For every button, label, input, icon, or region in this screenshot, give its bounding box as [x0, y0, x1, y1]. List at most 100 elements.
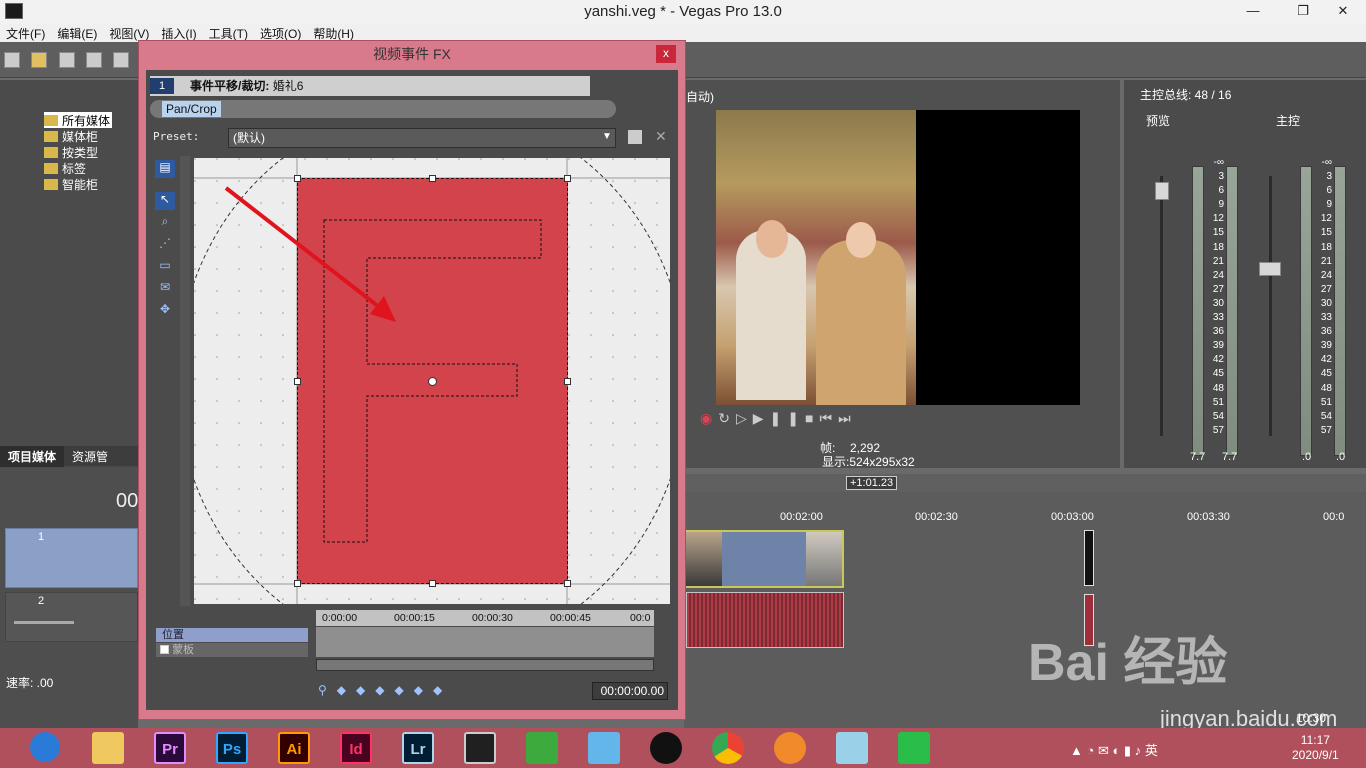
tab-explorer[interactable]: 资源管	[64, 446, 116, 467]
notes-app-icon[interactable]	[836, 732, 868, 764]
browser-app-icon[interactable]	[30, 732, 60, 762]
audio-event-clip[interactable]	[686, 592, 844, 648]
add-keyframe-icon[interactable]: ◆	[414, 683, 433, 697]
qq-icon[interactable]	[650, 732, 682, 764]
preview-quality-dropdown[interactable]: 自动)	[686, 88, 714, 105]
ime-indicator[interactable]: 英	[1145, 743, 1158, 758]
meter-scale-tick: 45	[1320, 368, 1332, 380]
go-to-start-icon[interactable]: ⏮	[819, 410, 838, 426]
timeline-scrubber[interactable]	[684, 474, 1366, 492]
screen-tool-icon[interactable]: ▭	[155, 258, 175, 276]
dialog-close-button[interactable]: x	[656, 45, 676, 63]
camtasia-icon[interactable]	[526, 732, 558, 764]
next-keyframe-icon[interactable]: ◆	[375, 683, 394, 697]
resize-handle[interactable]	[564, 580, 571, 587]
tree-item-by-type[interactable]: 按类型	[44, 144, 98, 160]
tree-item-all-media[interactable]: 所有媒体	[44, 112, 113, 128]
premiere-icon[interactable]: Pr	[154, 732, 186, 764]
pause-icon[interactable]: ❚❚	[770, 410, 805, 426]
keyframe-scrollbar[interactable]	[316, 659, 654, 671]
keyframe-time-field[interactable]: 00:00:00.00	[592, 682, 668, 700]
tray-icons[interactable]: ▲ ◔ ✉ ◐ ▮ ♪	[1070, 743, 1141, 758]
master-fader-knob[interactable]	[1259, 262, 1281, 276]
new-file-icon[interactable]	[4, 52, 20, 68]
meter-scale-tick: 51	[1212, 396, 1224, 408]
keyframe-row-position[interactable]: 位置	[156, 628, 308, 642]
resize-handle[interactable]	[294, 175, 301, 182]
go-to-end-icon[interactable]: ⏭	[838, 410, 857, 426]
pointer-tool-icon[interactable]: ↖	[155, 192, 175, 210]
chain-clip-name: 婚礼6	[272, 79, 304, 93]
center-point-handle[interactable]	[428, 377, 437, 386]
menu-edit[interactable]: 编辑(E)	[51, 24, 103, 43]
envelope-tool-icon[interactable]: ✉	[155, 280, 175, 298]
resize-handle[interactable]	[564, 175, 571, 182]
ruler-tick: 0:00:00	[322, 612, 358, 624]
play-icon[interactable]: ▶	[753, 410, 770, 426]
save-icon[interactable]	[58, 52, 75, 68]
resize-handle[interactable]	[294, 378, 301, 385]
zoom-tool-icon[interactable]: ⌕	[155, 214, 175, 232]
preset-dropdown[interactable]: (默认)	[228, 128, 616, 148]
ruler-tick: 00:00:45	[550, 612, 591, 624]
lightroom-icon[interactable]: Lr	[402, 732, 434, 764]
volume-slider[interactable]	[14, 621, 74, 624]
preset-label: Preset:	[153, 130, 200, 143]
meter-scale-tick: 54	[1320, 410, 1332, 422]
resize-handle[interactable]	[429, 175, 436, 182]
mask-checkbox[interactable]	[160, 645, 169, 654]
folder-icon	[44, 131, 58, 142]
close-window-button[interactable]: ✕	[1320, 0, 1366, 24]
loop-icon[interactable]: ↻	[718, 410, 736, 426]
save-preset-icon[interactable]	[628, 130, 642, 144]
delete-preset-icon[interactable]: ✕	[655, 128, 667, 145]
normal-edit-tool-icon[interactable]: ▤	[155, 160, 175, 178]
vegas-taskbar-icon[interactable]	[464, 732, 496, 764]
preview-meter-right	[1226, 166, 1238, 456]
windows-taskbar	[0, 728, 1366, 768]
editor-app-icon[interactable]	[898, 732, 930, 764]
tree-item-tags[interactable]: 标签	[44, 160, 86, 176]
end-time: 10:30	[1296, 711, 1327, 725]
file-explorer-icon[interactable]	[92, 732, 124, 764]
meter-scale-tick: 15	[1212, 227, 1224, 239]
indesign-icon[interactable]: Id	[340, 732, 372, 764]
dialog-title: 视频事件 FX	[373, 46, 451, 62]
first-keyframe-icon[interactable]: ◆	[337, 683, 356, 697]
timeline-ruler: 00:02:00 00:02:30 00:03:00 00:03:30 00:0	[684, 508, 1350, 528]
video-track-header[interactable]: 1	[5, 528, 138, 588]
save-as-icon[interactable]	[86, 52, 103, 68]
sync-cursor-icon[interactable]: ⚲	[318, 683, 337, 697]
tree-item-smart-bins[interactable]: 智能柜	[44, 176, 98, 192]
prev-keyframe-icon[interactable]: ◆	[356, 683, 375, 697]
chrome-icon[interactable]	[712, 732, 744, 764]
stop-icon[interactable]: ■	[805, 410, 819, 426]
player-app-icon[interactable]	[774, 732, 806, 764]
tree-item-media-bins[interactable]: 媒体柜	[44, 128, 98, 144]
vertical-scrollbar[interactable]	[180, 156, 190, 606]
resize-handle[interactable]	[429, 580, 436, 587]
menu-file[interactable]: 文件(F)	[0, 24, 51, 43]
illustrator-icon[interactable]: Ai	[278, 732, 310, 764]
keyframe-row-mask[interactable]: 蒙板	[156, 643, 308, 657]
keyframe-track[interactable]	[316, 627, 654, 657]
system-clock[interactable]: 11:17 2020/9/1	[1292, 733, 1339, 763]
audio-track-header[interactable]: 2	[5, 592, 138, 642]
preview-fader-knob[interactable]	[1155, 182, 1169, 200]
resize-handle[interactable]	[294, 580, 301, 587]
tab-project-media[interactable]: 项目媒体	[0, 446, 65, 467]
video-event-clip-small[interactable]	[1084, 530, 1094, 586]
resize-handle[interactable]	[564, 378, 571, 385]
play-from-start-icon[interactable]: ▷	[736, 410, 753, 426]
record-icon[interactable]: ◉	[700, 410, 718, 426]
last-keyframe-icon[interactable]: ◆	[395, 683, 414, 697]
pan-crop-tab[interactable]: Pan/Crop	[162, 101, 221, 117]
photoshop-icon[interactable]: Ps	[216, 732, 248, 764]
magic-tool-icon[interactable]: ⋰	[155, 236, 175, 254]
chat-app-icon[interactable]	[588, 732, 620, 764]
properties-icon[interactable]	[113, 52, 130, 68]
minimize-button[interactable]: —	[1230, 0, 1276, 24]
open-folder-icon[interactable]	[31, 52, 48, 68]
delete-keyframe-icon[interactable]: ◆	[433, 683, 452, 697]
move-tool-icon[interactable]: ✥	[155, 302, 175, 320]
